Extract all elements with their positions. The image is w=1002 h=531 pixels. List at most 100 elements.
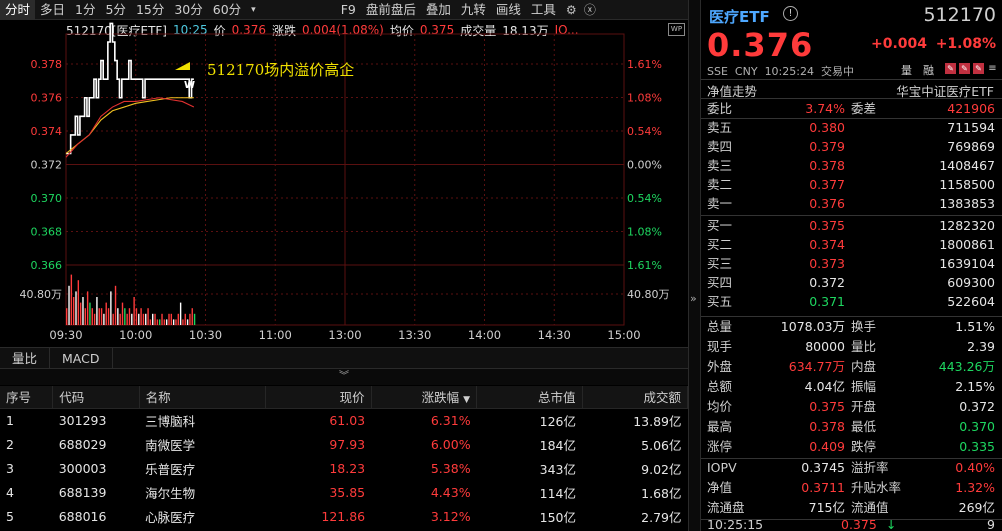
toolbar-item-7[interactable]: F9: [336, 0, 361, 20]
table-row[interactable]: 2 688029 南微医学 97.93 6.00% 184亿 5.06亿: [0, 432, 688, 456]
asks-level-row[interactable]: 卖五 0.380 711594: [701, 119, 1002, 138]
weibi-label: 委比: [707, 101, 733, 116]
row-price: 97.93: [329, 436, 366, 452]
flag-rong[interactable]: 融: [923, 62, 934, 78]
gear-icon[interactable]: ⚙: [561, 0, 579, 20]
info-icon[interactable]: !: [783, 6, 798, 21]
row-price: 35.85: [329, 484, 366, 500]
stat-label: 流通值: [851, 500, 889, 515]
col-turnover[interactable]: 成交额: [582, 386, 689, 409]
period-toolbar: 分时 多日 1分 5分 15分 30分 60分 ▾ F9 盘前盘后 叠加 九转 画线 工具 ⚙ ⓧ: [0, 0, 688, 20]
asks-level-row[interactable]: 卖一 0.376 1383853: [701, 195, 1002, 214]
toolbar-item-9[interactable]: 叠加: [421, 0, 456, 20]
y-pct-tick-label: 1.61%: [627, 259, 662, 272]
asks-level-price: 0.380: [809, 120, 845, 135]
table-row[interactable]: 1 301293 三博脑科 61.03 6.31% 126亿 13.89亿: [0, 408, 688, 432]
tab-60min[interactable]: 60分: [208, 0, 246, 20]
x-tick-label: 15:00: [607, 328, 640, 342]
stat-value: 0.3711: [801, 480, 845, 495]
row-index: 1: [6, 412, 14, 428]
asks-level-row[interactable]: 卖三 0.378 1408467: [701, 157, 1002, 176]
stat-label: 量比: [851, 339, 877, 354]
tab-5min[interactable]: 5分: [100, 0, 130, 20]
row-turnover: 13.89亿: [633, 413, 682, 429]
row-turnover: 1.68亿: [641, 485, 682, 501]
volume-bar: [186, 319, 189, 325]
asks-level-label: 卖二: [707, 177, 733, 192]
flag-liang[interactable]: 量: [901, 62, 912, 78]
volume-bar: [135, 308, 138, 325]
row-price: 121.86: [321, 508, 366, 524]
bids-level-label: 买四: [707, 275, 733, 290]
bids-level-row[interactable]: 买一 0.375 1282320: [701, 217, 1002, 236]
asks-level-row[interactable]: 卖四 0.379 769869: [701, 138, 1002, 157]
tab-liangbi[interactable]: 量比: [0, 347, 51, 369]
volume-bar: [193, 313, 196, 325]
toolbar-item-12[interactable]: 工具: [526, 0, 561, 20]
y-pct-tick-label: 1.08%: [627, 92, 662, 105]
asks-level-vol: 1408467: [939, 158, 995, 173]
asks-level-price: 0.377: [809, 177, 845, 192]
col-index[interactable]: 序号: [0, 386, 54, 409]
more-icon[interactable]: ≡: [987, 63, 998, 74]
bids-level-row[interactable]: 买五 0.371 522604: [701, 293, 1002, 312]
quote-currency: CNY: [734, 65, 758, 78]
bids-level-row[interactable]: 买四 0.372 609300: [701, 274, 1002, 293]
tick-price: 0.375: [841, 520, 877, 531]
volume-bar: [82, 297, 84, 325]
stat-value: 1078.03万: [780, 319, 845, 334]
bids-level-row[interactable]: 买三 0.373 1639104: [701, 255, 1002, 274]
weibi-row: 委比 3.74% 委差 421906: [701, 100, 1002, 119]
col-price[interactable]: 现价: [265, 386, 372, 409]
stat-label: 流通盘: [707, 500, 745, 515]
table-row[interactable]: 4 688139 海尔生物 35.85 4.43% 114亿 1.68亿: [0, 480, 688, 504]
asks-level-vol: 1383853: [939, 196, 995, 211]
tab-1min[interactable]: 1分: [70, 0, 100, 20]
row-market-cap: 343亿: [539, 461, 577, 477]
bids-level-row[interactable]: 买二 0.374 1800861: [701, 236, 1002, 255]
collapse-chevron-icon[interactable]: ︾: [0, 369, 688, 385]
toolbar-item-8[interactable]: 盘前盘后: [361, 0, 421, 20]
period-dropdown-icon[interactable]: ▾: [246, 0, 261, 20]
panel-splitter[interactable]: [688, 0, 700, 531]
table-row[interactable]: 5 688016 心脉医疗 121.86 3.12% 150亿 2.79亿: [0, 504, 688, 528]
expand-arrow-icon[interactable]: »: [690, 292, 697, 305]
volume-bar: [131, 313, 133, 325]
table-row[interactable]: 3 300003 乐普医疗 18.23 5.38% 343亿 9.02亿: [0, 456, 688, 480]
stat-value: 0.40%: [955, 460, 995, 475]
stat-label: 最低: [851, 419, 877, 434]
stat-label: 升贴水率: [851, 480, 902, 495]
edit-icon-3[interactable]: ✎: [973, 63, 984, 74]
col-change-pct[interactable]: 涨跌幅 ▼: [371, 386, 478, 409]
row-turnover: 5.06亿: [641, 437, 682, 453]
stats-row: 总量 1078.03万 换手 1.51%: [701, 318, 1002, 337]
toolbar-item-10[interactable]: 九转: [456, 0, 491, 20]
quote-stats: 总量 1078.03万 换手 1.51% 现手 80000 量比 2.39 外盘 634.77万内…: [701, 318, 1002, 458]
volume-bar: [121, 302, 124, 325]
asks-level-label: 卖五: [707, 120, 733, 135]
tab-fenshi[interactable]: 分时: [0, 0, 36, 20]
stat-label: 振幅: [851, 379, 877, 394]
asks-level-price: 0.378: [809, 158, 845, 173]
stats-row: 外盘 634.77万 内盘 443.26万: [701, 358, 1002, 377]
col-market-cap[interactable]: 总市值: [476, 386, 583, 409]
close-icon[interactable]: ⓧ: [579, 0, 597, 20]
col-code[interactable]: 代码: [52, 386, 140, 409]
asks-level-price: 0.379: [809, 139, 845, 154]
asks-level-row[interactable]: 卖二 0.377 1158500: [701, 176, 1002, 195]
tab-15min[interactable]: 15分: [131, 0, 169, 20]
tab-30min[interactable]: 30分: [169, 0, 207, 20]
toolbar-item-11[interactable]: 画线: [491, 0, 526, 20]
stat-label: 内盘: [851, 359, 877, 374]
tab-duori[interactable]: 多日: [35, 0, 70, 20]
x-tick-label: 13:30: [398, 328, 431, 342]
x-tick-label: 14:30: [538, 328, 571, 342]
edit-icon-2[interactable]: ✎: [959, 63, 970, 74]
stat-label: 现手: [707, 339, 733, 354]
bids-level-label: 买二: [707, 237, 733, 252]
bids-level-label: 买三: [707, 256, 733, 271]
quote-time: 10:25:24: [764, 65, 814, 78]
tab-macd[interactable]: MACD: [50, 347, 113, 369]
edit-icon[interactable]: ✎: [945, 63, 956, 74]
col-name[interactable]: 名称: [139, 386, 267, 409]
